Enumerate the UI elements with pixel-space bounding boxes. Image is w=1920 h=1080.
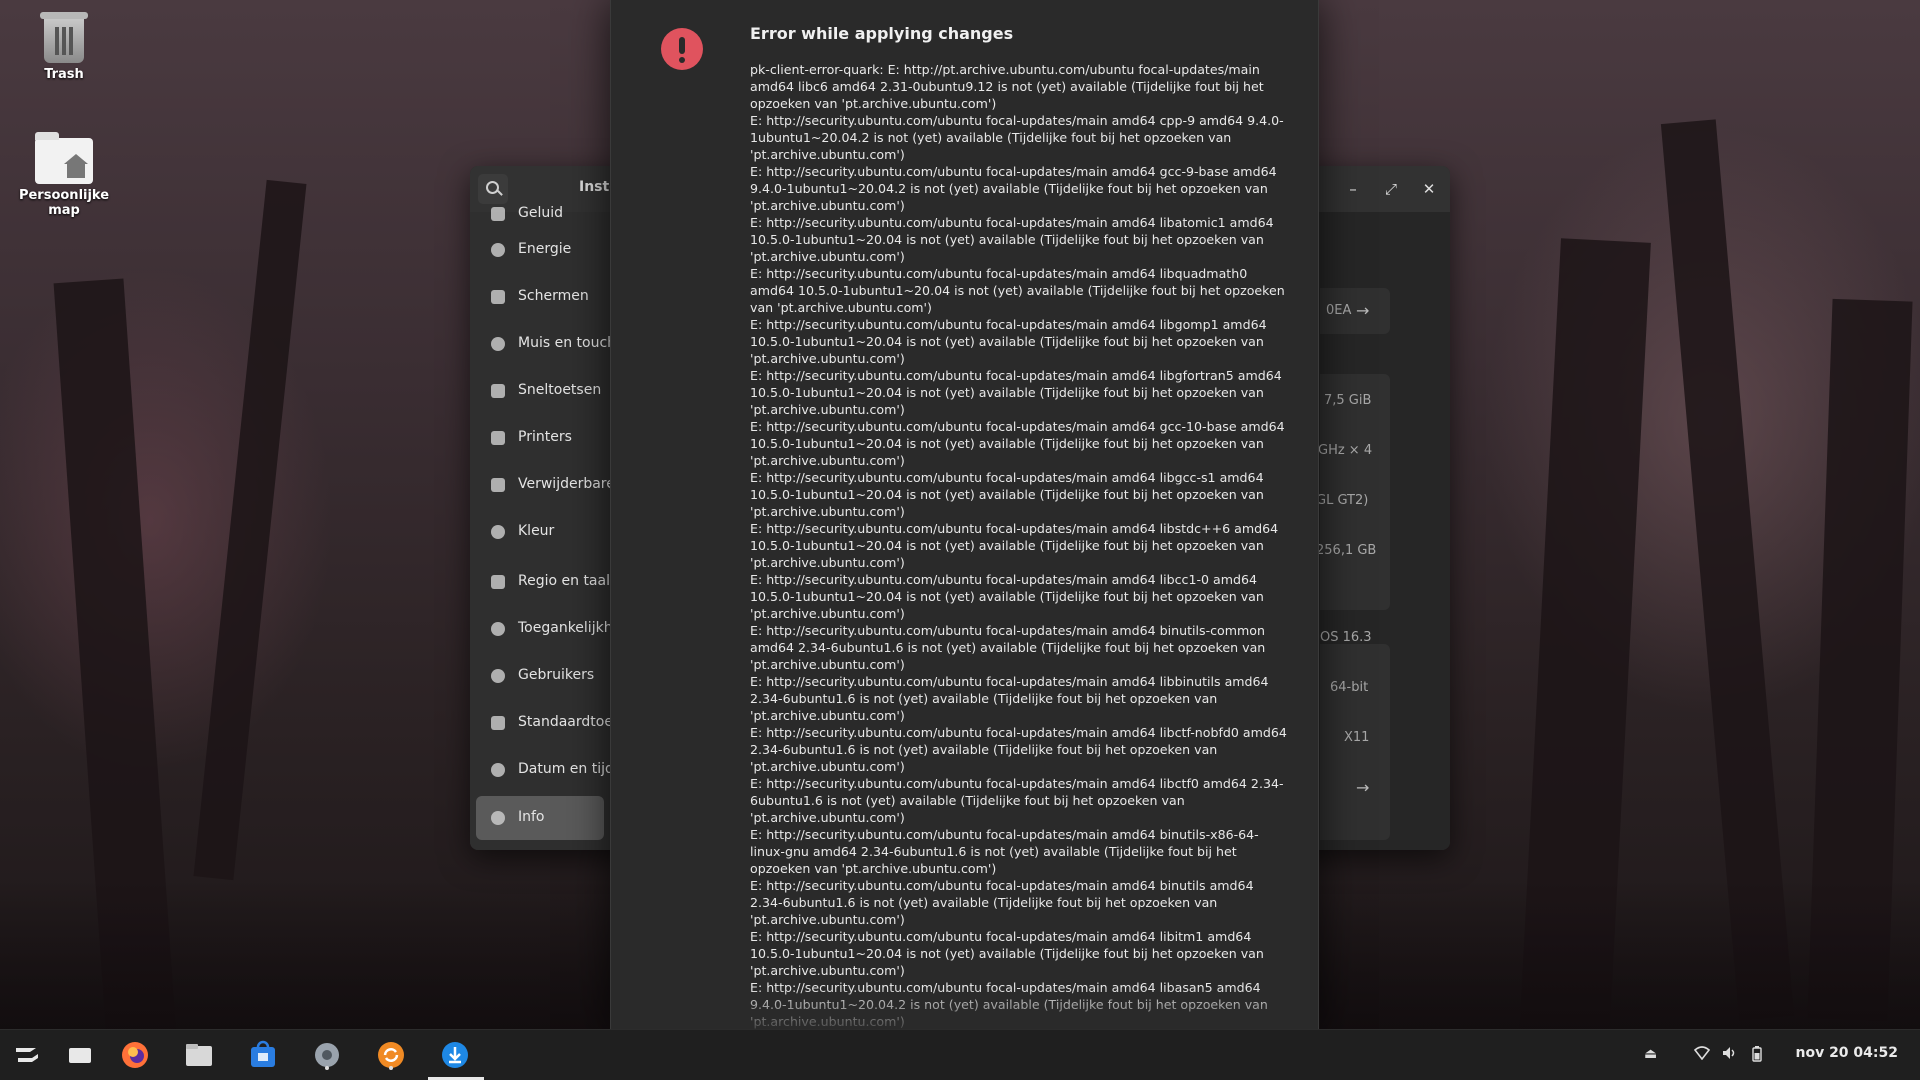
desktop-icon-trash[interactable]: Trash [2, 12, 126, 82]
firefox-button[interactable] [118, 1038, 152, 1072]
clock-icon [491, 763, 505, 777]
files-icon [186, 1044, 212, 1066]
desktop-icon-home[interactable]: Persoonlijke map [2, 132, 126, 218]
printer-icon [491, 431, 505, 445]
sidebar-item-printers[interactable]: Printers [476, 416, 604, 460]
sidebar-item-muis[interactable]: Muis en touch [476, 322, 616, 366]
files-button[interactable] [182, 1038, 216, 1072]
os-type-value: 64-bit [1330, 680, 1369, 695]
sidebar-item-regio[interactable]: Regio en taal [476, 560, 610, 604]
sidebar-item-energie[interactable]: Energie [476, 228, 604, 272]
workspace-icon [69, 1048, 91, 1063]
sidebar-item-schermen[interactable]: Schermen [476, 275, 604, 319]
windowing-value: X11 [1344, 730, 1370, 745]
sidebar-item-toegankelijkheid[interactable]: Toegankelijkhe [476, 607, 621, 651]
processor-value: GHz × 4 [1318, 443, 1373, 458]
power-icon [491, 243, 505, 257]
sidebar-item-info[interactable]: Info [476, 796, 604, 840]
wifi-icon[interactable] [1693, 1046, 1711, 1064]
error-icon [661, 28, 703, 70]
running-indicator [325, 1066, 329, 1070]
arrow-right-icon: → [1356, 301, 1370, 320]
sidebar-item-sneltoetsen[interactable]: Sneltoetsen [476, 369, 604, 413]
app-menu-button[interactable] [10, 1038, 44, 1072]
volume-icon[interactable] [1722, 1046, 1738, 1064]
desktop-icon-label: Trash [44, 67, 84, 82]
software-updater-button[interactable] [374, 1038, 408, 1072]
battery-icon[interactable] [1752, 1046, 1762, 1066]
sidebar-item-verwijderbare[interactable]: Verwijderbare [476, 463, 615, 507]
desktop-icon-label: Persoonlijke map [18, 188, 110, 218]
display-icon [491, 290, 505, 304]
software-store-button[interactable] [246, 1038, 280, 1072]
device-name-value: 0EA [1326, 303, 1352, 318]
sidebar-item-kleur[interactable]: Kleur [476, 510, 604, 554]
settings-sidebar: Geluid Energie Schermen Muis en touch Sn… [470, 205, 622, 850]
trash-icon [40, 12, 88, 19]
scroll-fade [611, 987, 1318, 1035]
color-icon [491, 525, 505, 539]
memory-value: 7,5 GiB [1324, 393, 1372, 408]
close-button[interactable]: ✕ [1418, 178, 1440, 200]
star-icon [491, 716, 505, 730]
sidebar-item-standaardtoepassingen[interactable]: Standaardtoep [476, 701, 622, 745]
arrow-right-icon[interactable]: → [1356, 778, 1369, 797]
download-icon [442, 1042, 468, 1068]
wallpaper-tree [193, 179, 307, 881]
settings-app-button[interactable] [310, 1038, 344, 1072]
store-icon [251, 1040, 275, 1067]
firefox-icon [122, 1042, 148, 1068]
eject-icon[interactable]: ⏏ [1644, 1046, 1657, 1062]
users-icon [491, 669, 505, 683]
sidebar-item-datum[interactable]: Datum en tijd [476, 748, 614, 792]
package-installer-button[interactable] [438, 1038, 472, 1072]
maximize-button[interactable]: ⤢ [1380, 178, 1402, 200]
running-indicator [389, 1066, 393, 1070]
info-icon [491, 811, 505, 825]
disk-value: 256,1 GB [1316, 543, 1377, 558]
mouse-icon [491, 337, 505, 351]
usb-icon [491, 478, 505, 492]
accessibility-icon [491, 622, 505, 636]
speaker-icon [491, 207, 505, 221]
home-folder-icon [35, 132, 93, 184]
error-dialog: Error while applying changes pk-client-e… [610, 0, 1319, 1035]
graphics-value: GL GT2) [1316, 493, 1369, 508]
keyboard-icon [491, 384, 505, 398]
workspaces-button[interactable] [63, 1038, 97, 1072]
minimize-button[interactable]: – [1342, 178, 1364, 200]
sidebar-item-gebruikers[interactable]: Gebruikers [476, 654, 604, 698]
info-card [1320, 374, 1390, 610]
taskbar: ⏏ nov 20 04:52 [0, 1029, 1920, 1080]
error-message: pk-client-error-quark: E: http://pt.arch… [750, 62, 1287, 1035]
zorin-logo-icon [16, 1048, 38, 1062]
dialog-title: Error while applying changes [750, 24, 1014, 43]
language-icon [491, 575, 505, 589]
clock[interactable]: nov 20 04:52 [1795, 1045, 1898, 1061]
os-value: OS 16.3 [1320, 630, 1372, 645]
